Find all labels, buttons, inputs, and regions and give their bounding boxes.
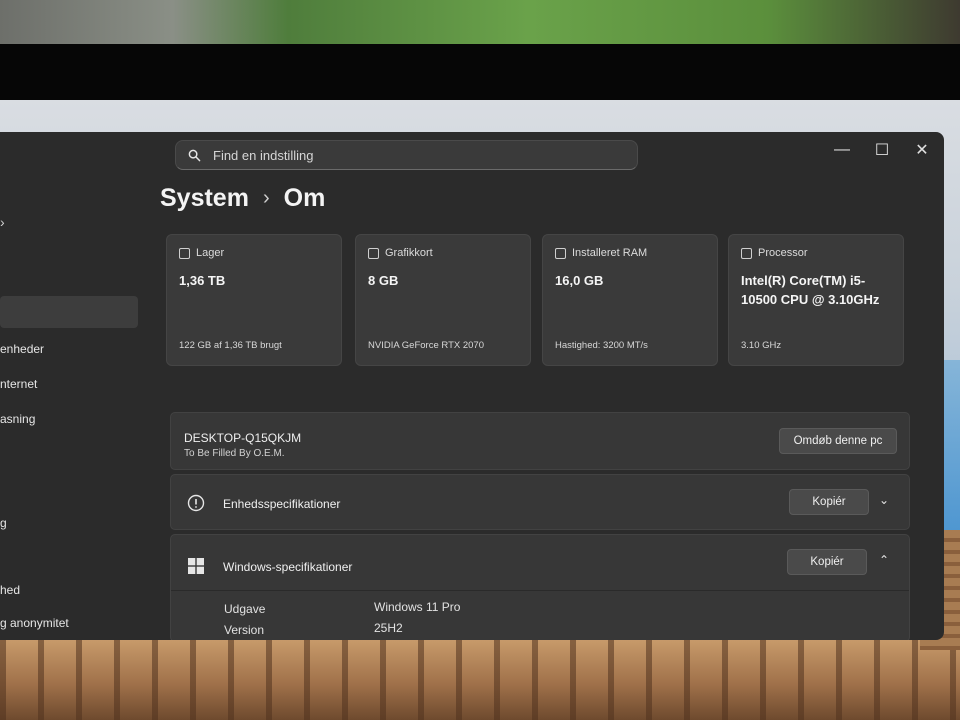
page-title: Om (283, 184, 326, 212)
device-name-row: DESKTOP-Q15QKJM To Be Filled By O.E.M. O… (170, 412, 910, 470)
processor-title: Processor (758, 247, 808, 259)
rename-pc-button[interactable]: Omdøb denne pc (779, 428, 897, 454)
chevron-down-icon[interactable]: ⌄ (879, 493, 889, 507)
graphics-card[interactable]: Grafikkort 8 GB NVIDIA GeForce RTX 2070 (355, 234, 531, 366)
sidebar-arrow-icon: › (0, 214, 5, 230)
maximize-button[interactable]: ☐ (862, 138, 902, 162)
processor-detail: 3.10 GHz (741, 340, 782, 351)
graphics-detail: NVIDIA GeForce RTX 2070 (368, 340, 484, 351)
copy-device-specs-button[interactable]: Kopiér (789, 489, 869, 515)
sidebar: › enheder nternet asning g hed g anonymi… (0, 132, 150, 640)
storage-detail: 122 GB af 1,36 TB brugt (179, 340, 282, 351)
breadcrumb: System › Om (160, 184, 325, 213)
search-icon (188, 149, 201, 161)
settings-window: › enheder nternet asning g hed g anonymi… (0, 132, 944, 640)
sidebar-item-personalization[interactable]: asning (0, 412, 35, 426)
search-box[interactable]: Find en indstilling (175, 140, 638, 170)
windows-specs-title: Windows-specifikationer (223, 560, 353, 574)
processor-card[interactable]: Processor Intel(R) Core(TM) i5-10500 CPU… (728, 234, 904, 366)
ram-value: 16,0 GB (555, 273, 604, 288)
sidebar-item-devices[interactable]: enheder (0, 342, 44, 356)
sidebar-item-network[interactable]: nternet (0, 377, 37, 391)
storage-card[interactable]: Lager 1,36 TB 122 GB af 1,36 TB brugt (166, 234, 342, 366)
spec-label-edition: Udgave (224, 602, 266, 616)
windows-logo-icon (188, 558, 204, 574)
graphics-value: 8 GB (368, 273, 399, 288)
storage-value: 1,36 TB (179, 273, 226, 288)
section-divider (171, 590, 909, 591)
graphics-title: Grafikkort (385, 247, 433, 259)
monitor-bezel (0, 44, 960, 100)
processor-icon (741, 247, 752, 259)
ram-detail: Hastighed: 3200 MT/s (555, 340, 648, 351)
device-specs-row[interactable]: Enhedsspecifikationer Kopiér ⌄ (170, 474, 910, 530)
device-model: To Be Filled By O.E.M. (184, 448, 285, 459)
spec-label-version: Version (224, 623, 265, 637)
device-name: DESKTOP-Q15QKJM (184, 431, 302, 445)
photo-background-top (0, 0, 960, 44)
ram-icon (555, 247, 566, 259)
search-input[interactable]: Find en indstilling (213, 148, 313, 163)
storage-title: Lager (196, 247, 225, 259)
spec-value-edition: Windows 11 Pro (374, 600, 461, 614)
processor-value: Intel(R) Core(TM) i5-10500 CPU @ 3.10GHz (741, 273, 880, 307)
info-icon (187, 494, 205, 512)
copy-windows-specs-button[interactable]: Kopiér (787, 549, 867, 575)
chevron-up-icon[interactable]: ⌃ (879, 553, 889, 567)
graphics-card-icon (368, 247, 379, 259)
breadcrumb-parent[interactable]: System (160, 184, 249, 213)
windows-specs-section: Windows-specifikationer Kopiér ⌃ (170, 534, 910, 640)
ram-card[interactable]: Installeret RAM 16,0 GB Hastighed: 3200 … (542, 234, 718, 366)
breadcrumb-separator: › (262, 187, 270, 209)
sidebar-item-selected[interactable] (0, 296, 138, 328)
minimize-button[interactable]: — (822, 138, 862, 162)
wallpaper-ruins (0, 640, 960, 720)
spec-value-version: 25H2 (374, 621, 403, 635)
device-specs-title: Enhedsspecifikationer (223, 497, 341, 511)
ram-title: Installeret RAM (572, 247, 648, 259)
sidebar-item-privacy[interactable]: g anonymitet (0, 616, 69, 630)
sidebar-item-unknown[interactable]: g (0, 516, 7, 530)
storage-icon (179, 247, 190, 259)
window-controls: — ☐ ✕ (822, 138, 942, 162)
sidebar-item-accessibility[interactable]: hed (0, 583, 20, 597)
close-button[interactable]: ✕ (902, 138, 942, 162)
